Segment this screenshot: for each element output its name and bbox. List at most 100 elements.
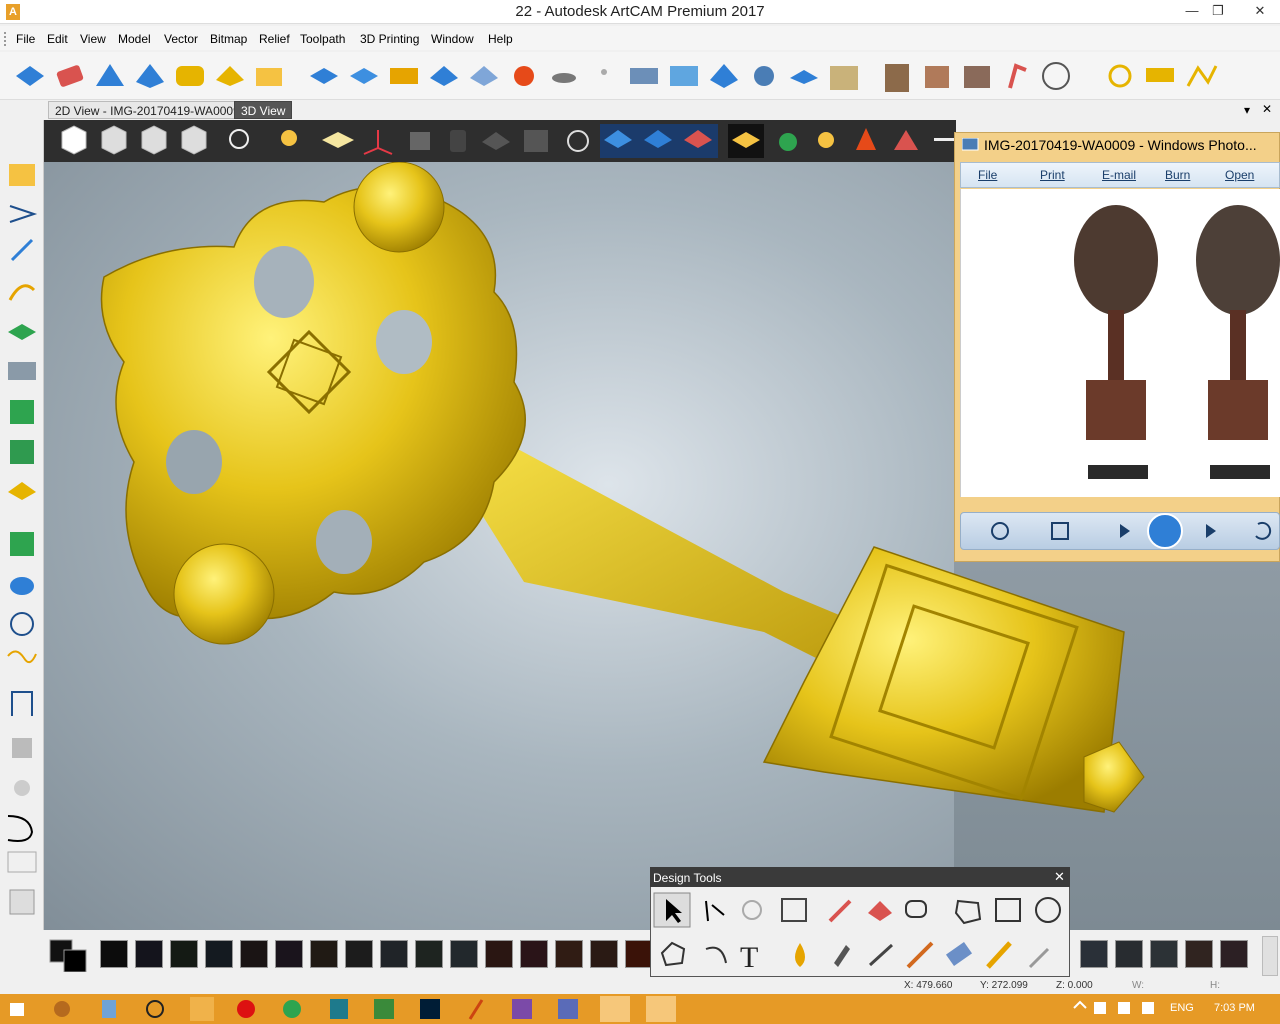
blue-tile-icon[interactable] xyxy=(310,68,338,84)
app-circle-icon[interactable] xyxy=(146,1000,164,1018)
primary-secondary-color[interactable] xyxy=(48,938,92,972)
measure-height-icon[interactable] xyxy=(885,64,909,92)
color-pyramid-icon[interactable] xyxy=(856,128,876,150)
color-swatch[interactable] xyxy=(1150,940,1178,968)
rectangle-icon[interactable] xyxy=(995,898,1021,922)
relief-tool-icons[interactable] xyxy=(16,62,1218,92)
mesh-relief-icon[interactable] xyxy=(754,66,774,86)
polygon-icon[interactable] xyxy=(660,941,686,967)
view-top-cube-icon[interactable] xyxy=(181,125,207,155)
view-iso-cube-icon[interactable] xyxy=(61,125,87,155)
app-pen-icon[interactable] xyxy=(468,999,484,1020)
close-view-icon[interactable]: ✕ xyxy=(1262,102,1272,116)
menu-vector[interactable]: Vector xyxy=(164,32,198,46)
tab-2d-view[interactable]: 2D View - IMG-20170419-WA0009 xyxy=(48,101,247,119)
photoshop-icon[interactable] xyxy=(420,999,440,1019)
curve-tool-icon[interactable] xyxy=(8,284,36,301)
start-windows-icon[interactable] xyxy=(10,1003,24,1016)
layer-stack-icon[interactable] xyxy=(136,64,164,88)
add-relief-icon[interactable] xyxy=(10,532,34,556)
next-photo-icon[interactable] xyxy=(1206,524,1216,538)
weave-relief-icon[interactable] xyxy=(176,66,204,86)
color-swatch[interactable] xyxy=(310,940,338,968)
artcam-taskbar-button[interactable] xyxy=(600,996,630,1022)
menu-help[interactable]: Help xyxy=(488,32,513,46)
open-curve-icon[interactable] xyxy=(7,815,34,842)
pyramid-relief-icon[interactable] xyxy=(96,64,124,86)
node-edit-icon[interactable] xyxy=(705,900,725,922)
opera-icon[interactable] xyxy=(237,1000,255,1018)
small-dot-icon[interactable] xyxy=(601,69,607,75)
split-panel-icon[interactable] xyxy=(925,66,949,88)
menubar-grip[interactable] xyxy=(4,32,8,46)
target-rings-icon[interactable] xyxy=(10,612,34,636)
snap-point-icon[interactable] xyxy=(9,889,35,915)
design-tools-close-button[interactable]: ✕ xyxy=(1054,869,1065,885)
maze-tool-icon[interactable] xyxy=(10,400,34,424)
blue-tile-split-icon[interactable] xyxy=(350,68,378,84)
circle-icon[interactable] xyxy=(1035,897,1061,923)
project-folder-icon[interactable] xyxy=(9,164,35,186)
color-swatch[interactable] xyxy=(485,940,513,968)
hook-tool-icon[interactable] xyxy=(1008,63,1027,89)
menu-3d-printing[interactable]: 3D Printing xyxy=(360,32,419,46)
brush-icon[interactable] xyxy=(906,941,934,969)
menu-relief[interactable]: Relief xyxy=(259,32,290,46)
color-swatch[interactable] xyxy=(135,940,163,968)
menu-file[interactable]: File xyxy=(16,32,35,46)
text-tool-icon[interactable]: T xyxy=(740,941,758,974)
tray-network-icon[interactable] xyxy=(1118,1002,1130,1014)
color-swatch[interactable] xyxy=(1115,940,1143,968)
tab-list-dropdown-icon[interactable]: ▾ xyxy=(1244,103,1250,117)
slice-relief-icon[interactable] xyxy=(790,70,818,84)
app-leaf-icon[interactable] xyxy=(374,999,394,1019)
surface-view-icon[interactable] xyxy=(322,132,354,148)
close-window-button[interactable]: ✕ xyxy=(1240,0,1280,24)
axes-icon[interactable] xyxy=(363,130,393,155)
snap-circle-icon[interactable] xyxy=(1042,62,1070,90)
wave-toolpath-icon[interactable] xyxy=(7,650,37,664)
wand-tool-icon[interactable] xyxy=(10,238,34,262)
grey-circle-icon[interactable] xyxy=(14,780,30,796)
open-folder-star-icon[interactable] xyxy=(256,68,282,86)
cylinder-icon[interactable] xyxy=(450,130,466,152)
photo-menu-open[interactable]: Open xyxy=(1225,168,1254,182)
vector-angle-icon[interactable] xyxy=(9,205,38,223)
machine-icon[interactable] xyxy=(524,130,548,152)
stack-layers-icon[interactable] xyxy=(830,66,858,90)
faded-brush-icon[interactable] xyxy=(1028,947,1050,969)
dark-layer-icon[interactable] xyxy=(482,132,510,150)
arch-tool-icon[interactable] xyxy=(11,691,33,716)
eraser-icon[interactable] xyxy=(945,941,973,967)
tray-volume-icon[interactable] xyxy=(1142,1002,1154,1014)
stacked-plates-icon[interactable] xyxy=(8,362,36,380)
smudge-icon[interactable] xyxy=(834,945,850,967)
tray-language[interactable]: ENG xyxy=(1170,1002,1194,1014)
target-relief-icon[interactable] xyxy=(514,66,534,86)
pencil-icon[interactable] xyxy=(828,899,852,923)
view-front-cube-icon[interactable] xyxy=(101,125,127,155)
rounded-rect-icon[interactable] xyxy=(7,851,37,873)
green-shape-icon[interactable] xyxy=(779,133,797,151)
color-swatch[interactable] xyxy=(345,940,373,968)
color-swatch[interactable] xyxy=(100,940,128,968)
menu-bitmap[interactable]: Bitmap xyxy=(210,32,247,46)
sculpt-relief-icon[interactable] xyxy=(710,64,738,88)
previous-photo-icon[interactable] xyxy=(1120,524,1130,538)
color-swatch[interactable] xyxy=(625,940,653,968)
color-swatch[interactable] xyxy=(380,940,408,968)
relief-diamond-icon[interactable] xyxy=(16,66,44,86)
paint-brush-icon[interactable] xyxy=(986,941,1012,969)
puzzle-icon[interactable] xyxy=(410,132,430,150)
menu-edit[interactable]: Edit xyxy=(47,32,68,46)
blue-dome-icon[interactable] xyxy=(10,577,34,595)
tray-clock[interactable]: 7:03 PM xyxy=(1214,1002,1255,1014)
pen-icon[interactable] xyxy=(868,943,894,967)
gold-slab-icon[interactable] xyxy=(8,482,36,500)
color-swatch[interactable] xyxy=(1080,940,1108,968)
photo-menu-email[interactable]: E-mail xyxy=(1102,168,1136,182)
actual-size-icon[interactable] xyxy=(1051,522,1069,540)
photo-menu-print[interactable]: Print xyxy=(1040,168,1065,182)
raise-relief-icon[interactable] xyxy=(430,66,458,86)
tray-expand-icon[interactable] xyxy=(1073,1000,1087,1009)
